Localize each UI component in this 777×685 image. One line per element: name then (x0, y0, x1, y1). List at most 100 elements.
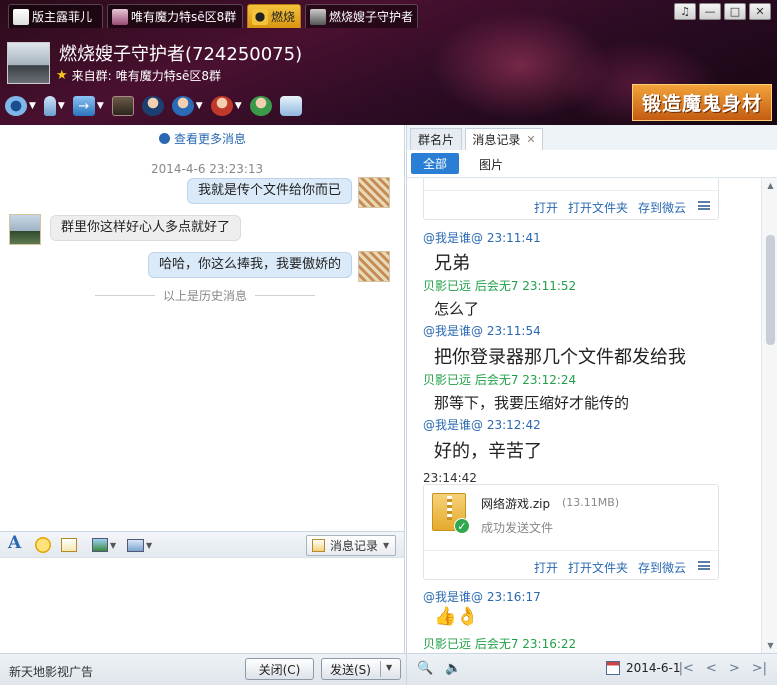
record-sender[interactable]: 贝影已远 后会无7 23:12:24 (423, 371, 576, 388)
save-cloud-link[interactable]: 存到微云 (638, 559, 686, 576)
image-icon (92, 538, 108, 552)
chat-title[interactable]: 燃烧嫂子守护者(724250075) (59, 40, 302, 66)
speaker-icon[interactable]: 🔈 (445, 661, 461, 676)
remove-member-button[interactable]: ▼ (210, 96, 242, 116)
group-name[interactable]: 唯有魔力特sē区8群 (116, 67, 221, 84)
voice-call-button[interactable]: ▼ (43, 96, 65, 116)
maximize-icon[interactable]: □ (724, 3, 746, 20)
close-button[interactable]: 关闭(C) (245, 658, 314, 680)
minimize-icon[interactable]: — (699, 3, 721, 20)
record-sender[interactable]: @我是谁@ 23:11:54 (423, 322, 541, 339)
file-transfer-icon: → (72, 96, 95, 116)
record-scrollbar[interactable]: ▲ ▼ (761, 178, 777, 653)
record-text: 把你登录器那几个文件都发给我 (434, 347, 686, 368)
close-icon[interactable]: ✕ (749, 3, 771, 20)
magic-expression-button[interactable] (61, 536, 77, 554)
file-transfer-button[interactable]: → ▼ (72, 96, 104, 116)
file-actions: 打开 打开文件夹 存到微云 (424, 550, 720, 580)
last-page-icon[interactable]: >| (752, 661, 767, 676)
video-call-button[interactable]: ▼ (5, 96, 36, 116)
emoji-message: 👍👌 (434, 606, 479, 627)
record-date[interactable]: 2014-6-1 (626, 661, 680, 675)
tab-conversation-2[interactable]: 唯有魔力特sē区8群 (107, 4, 243, 28)
record-navigation: |< < > >| (679, 661, 767, 676)
tab-label: 唯有魔力特sē区8群 (131, 10, 237, 24)
file-card: ✓ 网络游戏.zip (13.11MB) 成功发送文件 打开 打开文件夹 存到微… (423, 484, 720, 580)
menu-icon[interactable] (698, 201, 710, 210)
font-icon[interactable]: A (8, 533, 21, 553)
file-actions: 打开 打开文件夹 存到微云 (424, 190, 720, 220)
open-folder-link[interactable]: 打开文件夹 (568, 199, 628, 216)
record-sender[interactable]: @我是谁@ 23:16:17 (423, 588, 541, 605)
add-member-icon (171, 96, 194, 116)
screenshot-icon (127, 538, 144, 552)
record-sender[interactable]: @我是谁@ 23:12:42 (423, 416, 541, 433)
tab-group-card[interactable]: 群名片 (410, 128, 462, 150)
close-icon[interactable]: ✕ (526, 133, 535, 146)
screen-share-button[interactable] (111, 96, 134, 116)
avatar[interactable] (9, 214, 41, 245)
panel-tabs: 群名片 消息记录 ✕ (407, 128, 777, 150)
tab-message-record[interactable]: 消息记录 ✕ (465, 128, 543, 150)
tab-conversation-1[interactable]: 版主露菲儿 (8, 4, 103, 28)
scrollbar-thumb[interactable] (766, 235, 775, 345)
tab-conversation-3[interactable]: 燃烧 (247, 4, 301, 28)
open-file-link[interactable]: 打开 (534, 199, 558, 216)
search-icon[interactable]: 🔍 (417, 661, 433, 676)
record-sender[interactable]: @我是谁@ 23:11:41 (423, 229, 541, 246)
scroll-up-icon[interactable]: ▲ (766, 181, 775, 190)
emoji-icon (35, 537, 51, 553)
group-app-button[interactable] (141, 96, 164, 116)
emoji-button[interactable] (35, 536, 51, 554)
chat-header: 版主露菲儿 唯有魔力特sē区8群 燃烧 燃烧嫂子守护者 ♫ — □ ✕ 燃烧嫂子… (0, 0, 777, 125)
file-name[interactable]: 网络游戏.zip (481, 495, 550, 512)
record-timestamp: 23:14:42 (423, 471, 477, 485)
record-text: 怎么了 (434, 300, 480, 318)
message-record-button[interactable]: 消息记录 ▼ (306, 535, 396, 556)
record-list[interactable]: 打开 打开文件夹 存到微云 @我是谁@ 23:11:41 兄弟 贝影已远 后会无… (407, 178, 761, 653)
filter-all-button[interactable]: 全部 (411, 153, 459, 174)
send-image-button[interactable]: ▼ (92, 536, 116, 554)
group-prefix: 来自群: (71, 69, 112, 83)
record-sender[interactable]: 贝影已远 后会无7 23:11:52 (423, 277, 576, 294)
record-sender[interactable]: 贝影已远 后会无7 23:16:22 (423, 635, 576, 652)
send-label: 发送(S) (330, 662, 371, 677)
voice-icon (43, 96, 56, 116)
message-button[interactable] (279, 96, 302, 116)
calendar-icon[interactable] (606, 661, 620, 675)
send-button[interactable]: 发送(S) ▼ (321, 658, 401, 680)
contact-avatar[interactable] (7, 42, 50, 84)
next-page-icon[interactable]: > (729, 661, 740, 676)
previous-page-icon[interactable]: < (706, 661, 717, 676)
screen-share-icon (111, 96, 134, 116)
message-record-icon (312, 539, 325, 552)
avatar[interactable] (358, 177, 390, 208)
open-file-link[interactable]: 打开 (534, 559, 558, 576)
avatar[interactable] (358, 251, 390, 282)
ad-banner[interactable]: 锻造魔鬼身材 (632, 84, 772, 121)
open-folder-link[interactable]: 打开文件夹 (568, 559, 628, 576)
check-icon: ✓ (454, 518, 470, 534)
screenshot-button[interactable]: ▼ (127, 536, 152, 554)
scroll-down-icon[interactable]: ▼ (766, 641, 775, 650)
contact-avatar-icon (310, 8, 326, 25)
message-input[interactable] (0, 558, 405, 653)
add-member-button[interactable]: ▼ (171, 96, 203, 116)
more-messages-label: 查看更多消息 (173, 132, 246, 146)
first-page-icon[interactable]: |< (679, 661, 694, 676)
filter-pictures-button[interactable]: 图片 (479, 156, 503, 173)
tab-label: 燃烧 (271, 10, 296, 24)
message-bubble: 我就是传个文件给你而已 (187, 178, 353, 204)
invite-button[interactable] (249, 96, 272, 116)
menu-icon[interactable] (698, 561, 710, 570)
group-app-icon (141, 96, 164, 116)
skin-icon[interactable]: ♫ (674, 3, 696, 20)
chat-message-area[interactable]: 查看更多消息 2014-4-6 23:23:13 我就是传个文件给你而已 群里你… (0, 125, 405, 531)
chat-toolbar: ▼ ▼ → ▼ ▼ ▼ (5, 94, 310, 118)
tab-conversation-4[interactable]: 燃烧嫂子守护者 (305, 4, 418, 28)
more-messages-link[interactable]: 查看更多消息 (0, 130, 405, 147)
chevron-down-icon: ▼ (234, 101, 242, 111)
chevron-down-icon[interactable]: ▼ (386, 663, 392, 672)
ad-link[interactable]: 新天地影视广告 (9, 663, 93, 680)
save-cloud-link[interactable]: 存到微云 (638, 199, 686, 216)
